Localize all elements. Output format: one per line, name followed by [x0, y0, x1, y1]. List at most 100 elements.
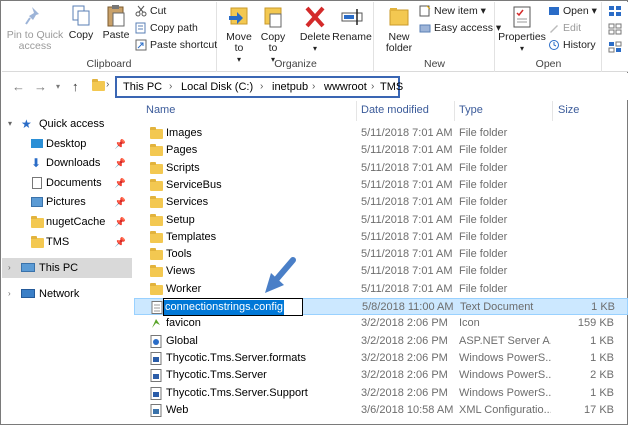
delete-button[interactable]: Delete ▾	[298, 4, 332, 54]
back-arrow-icon[interactable]: ←	[12, 79, 25, 94]
copy-button[interactable]: Copy	[66, 4, 96, 41]
history-button[interactable]: History	[548, 38, 596, 52]
column-divider[interactable]	[552, 101, 553, 121]
nav-item-pictures[interactable]: Pictures 📌	[2, 192, 132, 212]
file-date: 5/11/2018 7:01 AM	[361, 248, 453, 261]
paste-shortcut-button[interactable]: Paste shortcut	[135, 38, 217, 52]
select-none-icon[interactable]	[608, 23, 622, 35]
expand-chevron-icon[interactable]: ›	[8, 258, 11, 278]
rename-icon	[341, 9, 363, 25]
file-row[interactable]: Web 3/6/2018 10:58 AM XML Configuratio... 1…	[134, 402, 628, 419]
rename-button[interactable]: Rename	[332, 4, 372, 43]
file-row[interactable]: Pages 5/11/2018 7:01 AM File folder	[134, 142, 628, 159]
column-header-type[interactable]: Type	[459, 104, 483, 116]
folder-icon	[150, 248, 163, 261]
breadcrumb-this-pc[interactable]: This PC	[123, 81, 162, 93]
file-row[interactable]: Global 3/2/2018 2:06 PM ASP.NET Server A..…	[134, 333, 628, 350]
breadcrumb-separator-icon[interactable]: ›	[371, 81, 374, 92]
properties-button[interactable]: Properties ▾	[498, 4, 546, 54]
select-all-icon[interactable]	[608, 5, 622, 17]
expand-chevron-icon[interactable]: ▾	[8, 114, 12, 134]
file-row[interactable]: Images 5/11/2018 7:01 AM File folder	[134, 125, 628, 142]
file-row[interactable]: Templates 5/11/2018 7:01 AM File folder	[134, 229, 628, 246]
move-to-button[interactable]: Move to ▾	[224, 4, 254, 65]
properties-label: Properties	[498, 31, 546, 43]
file-name: Views	[166, 265, 196, 278]
nav-quick-access-label: Quick access	[39, 118, 105, 130]
up-arrow-icon[interactable]: ↑	[72, 79, 79, 94]
file-row[interactable]: Tools 5/11/2018 7:01 AM File folder	[134, 246, 628, 263]
file-row[interactable]: favicon 3/2/2018 2:06 PM Icon 159 KB	[134, 315, 628, 332]
invert-selection-icon[interactable]	[608, 41, 622, 53]
open-group: Properties ▾ Open ▾ Edit History Open	[496, 2, 602, 72]
nav-item-downloads[interactable]: ⬇ Downloads 📌	[2, 153, 132, 173]
edit-button[interactable]: Edit	[548, 21, 581, 35]
breadcrumb-separator-icon[interactable]: ›	[169, 81, 172, 92]
rename-input[interactable]: connectionstrings.config	[163, 298, 303, 316]
nav-quick-access[interactable]: ▾ ★ Quick access	[2, 114, 132, 134]
breadcrumb-separator-icon[interactable]: ›	[260, 81, 263, 92]
folder-icon	[150, 144, 163, 157]
breadcrumb-tms[interactable]: TMS	[380, 81, 403, 93]
breadcrumb-wwwroot[interactable]: wwwroot	[324, 81, 367, 93]
move-to-label: Move to	[226, 31, 252, 54]
forward-arrow-icon[interactable]: →	[34, 79, 47, 94]
column-header-name[interactable]: Name	[146, 104, 175, 116]
nav-item-label: Desktop	[46, 138, 87, 150]
file-row[interactable]: Setup 5/11/2018 7:01 AM File folder	[134, 212, 628, 229]
open-group-label: Open	[535, 58, 562, 70]
file-name: favicon	[166, 317, 201, 330]
copy-path-button[interactable]: Copy path	[135, 21, 198, 35]
history-label: History	[563, 39, 596, 51]
recent-locations-chevron-icon[interactable]: ▾	[56, 82, 60, 91]
file-date: 3/2/2018 2:06 PM	[361, 317, 448, 330]
cut-button[interactable]: Cut	[135, 4, 166, 18]
nav-item-nugetcache[interactable]: nugetCache 📌	[2, 212, 132, 232]
breadcrumb-local-disk[interactable]: Local Disk (C:)	[181, 81, 253, 93]
organize-group: Move to ▾ Copy to ▾ Delete ▾ Rename Organiz…	[218, 2, 374, 72]
folder-icon	[150, 282, 163, 295]
folder-icon	[150, 161, 163, 174]
column-header-date[interactable]: Date modified	[361, 104, 429, 116]
new-item-label: New item	[434, 5, 478, 17]
column-divider[interactable]	[356, 101, 357, 121]
computer-icon	[21, 263, 35, 272]
paste-button[interactable]: Paste	[100, 4, 132, 41]
easy-access-label: Easy access	[434, 22, 493, 34]
easy-access-button[interactable]: Easy access ▾	[419, 21, 501, 35]
copy-to-button[interactable]: Copy to ▾	[258, 4, 288, 65]
file-name: Setup	[166, 213, 195, 226]
file-row[interactable]: Thycotic.Tms.Server 3/2/2018 2:06 PM Windo…	[134, 367, 628, 384]
file-name: Global	[166, 334, 198, 347]
file-row[interactable]: Views 5/11/2018 7:01 AM File folder	[134, 263, 628, 280]
file-row[interactable]: connectionstrings.config 5/8/2018 11:00 A…	[134, 298, 628, 316]
file-row[interactable]: Services 5/11/2018 7:01 AM File folder	[134, 194, 628, 211]
file-row[interactable]: Worker 5/11/2018 7:01 AM File folder	[134, 281, 628, 298]
nav-this-pc[interactable]: › This PC	[2, 258, 132, 278]
pin-to-quick-access-button[interactable]: Pin to Quick access	[6, 4, 64, 52]
file-date: 5/11/2018 7:01 AM	[361, 230, 453, 243]
address-bar[interactable]: This PC › Local Disk (C:) › inetpub › ww…	[115, 76, 403, 98]
new-item-button[interactable]: New item ▾	[419, 4, 486, 18]
nav-item-documents[interactable]: Documents 📌	[2, 173, 132, 193]
file-row[interactable]: Thycotic.Tms.Server.formats 3/2/2018 2:06…	[134, 350, 628, 367]
file-row[interactable]: Scripts 5/11/2018 7:01 AM File folder	[134, 160, 628, 177]
breadcrumb-inetpub[interactable]: inetpub	[272, 81, 308, 93]
new-folder-button[interactable]: New folder	[379, 4, 419, 54]
column-header-size[interactable]: Size	[558, 104, 579, 116]
column-headers: Name Date modified Type Size	[134, 101, 628, 121]
aspx-file-icon	[150, 334, 162, 348]
nav-item-label: Downloads	[46, 157, 101, 169]
nav-item-tms[interactable]: TMS 📌	[2, 232, 132, 252]
powershell-file-icon	[150, 369, 162, 383]
file-type: Icon	[459, 317, 480, 330]
nav-this-pc-label: This PC	[39, 262, 79, 274]
nav-network[interactable]: › Network	[2, 284, 132, 304]
open-button[interactable]: Open ▾	[548, 4, 597, 18]
file-row[interactable]: ServiceBus 5/11/2018 7:01 AM File folder	[134, 177, 628, 194]
column-divider[interactable]	[454, 101, 455, 121]
expand-chevron-icon[interactable]: ›	[8, 284, 11, 304]
breadcrumb-separator-icon[interactable]: ›	[312, 81, 315, 92]
nav-item-desktop[interactable]: Desktop 📌	[2, 134, 132, 154]
file-row[interactable]: Thycotic.Tms.Server.Support 3/2/2018 2:06…	[134, 385, 628, 402]
